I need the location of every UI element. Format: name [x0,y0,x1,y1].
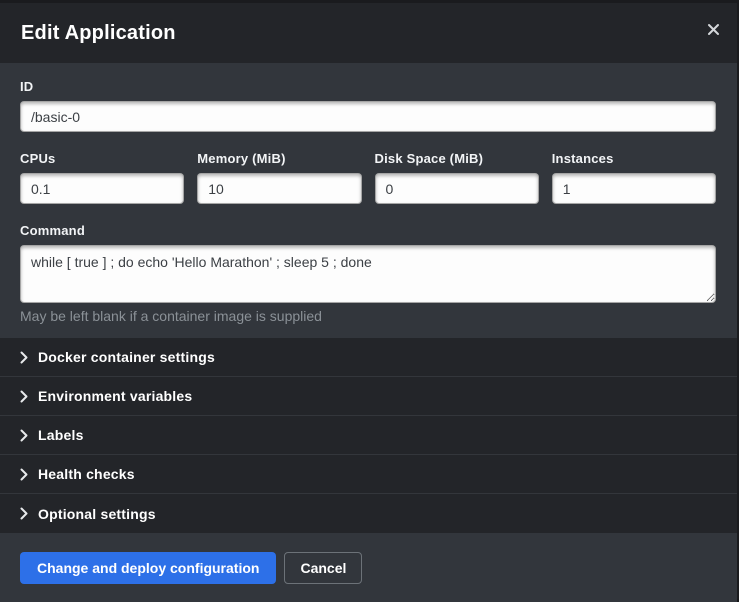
collapsible-sections: Docker container settings Environment va… [0,338,737,533]
section-label: Docker container settings [38,349,215,365]
cancel-button[interactable]: Cancel [284,552,362,584]
instances-input[interactable] [552,173,716,204]
close-button[interactable] [703,19,723,39]
command-field-group: Command while [ true ] ; do echo 'Hello … [20,223,716,324]
chevron-right-icon [20,468,29,481]
dialog-title: Edit Application [21,22,176,45]
memory-label: Memory (MiB) [197,151,361,166]
section-label: Labels [38,427,84,443]
disk-field-group: Disk Space (MiB) [375,151,539,204]
chevron-right-icon [20,429,29,442]
dialog-form: ID CPUs Memory (MiB) Disk Space (MiB) In… [0,63,737,338]
chevron-right-icon [20,351,29,364]
command-textarea[interactable]: while [ true ] ; do echo 'Hello Marathon… [20,245,716,303]
change-and-deploy-button[interactable]: Change and deploy configuration [20,552,276,584]
id-field-group: ID [20,79,716,132]
section-optional-settings[interactable]: Optional settings [0,494,737,533]
section-label: Health checks [38,466,135,482]
section-environment-variables[interactable]: Environment variables [0,377,737,416]
section-label: Optional settings [38,506,156,522]
chevron-right-icon [20,507,29,520]
cpus-label: CPUs [20,151,184,166]
memory-field-group: Memory (MiB) [197,151,361,204]
cpus-field-group: CPUs [20,151,184,204]
instances-field-group: Instances [552,151,716,204]
instances-label: Instances [552,151,716,166]
dialog-header: Edit Application [0,3,737,63]
cpus-input[interactable] [20,173,184,204]
section-health-checks[interactable]: Health checks [0,455,737,494]
id-label: ID [20,79,716,94]
dialog-footer: Change and deploy configuration Cancel [0,533,737,602]
section-docker-container-settings[interactable]: Docker container settings [0,338,737,377]
disk-space-input[interactable] [375,173,539,204]
disk-space-label: Disk Space (MiB) [375,151,539,166]
edit-application-dialog: Edit Application ID CPUs Memory (MiB) [0,0,739,599]
section-labels[interactable]: Labels [0,416,737,455]
command-label: Command [20,223,716,238]
id-input[interactable] [20,101,716,132]
memory-input[interactable] [197,173,361,204]
command-help-text: May be left blank if a container image i… [20,308,716,324]
section-label: Environment variables [38,388,192,404]
chevron-right-icon [20,390,29,403]
close-icon [707,23,720,36]
resources-row: CPUs Memory (MiB) Disk Space (MiB) Insta… [20,151,716,204]
